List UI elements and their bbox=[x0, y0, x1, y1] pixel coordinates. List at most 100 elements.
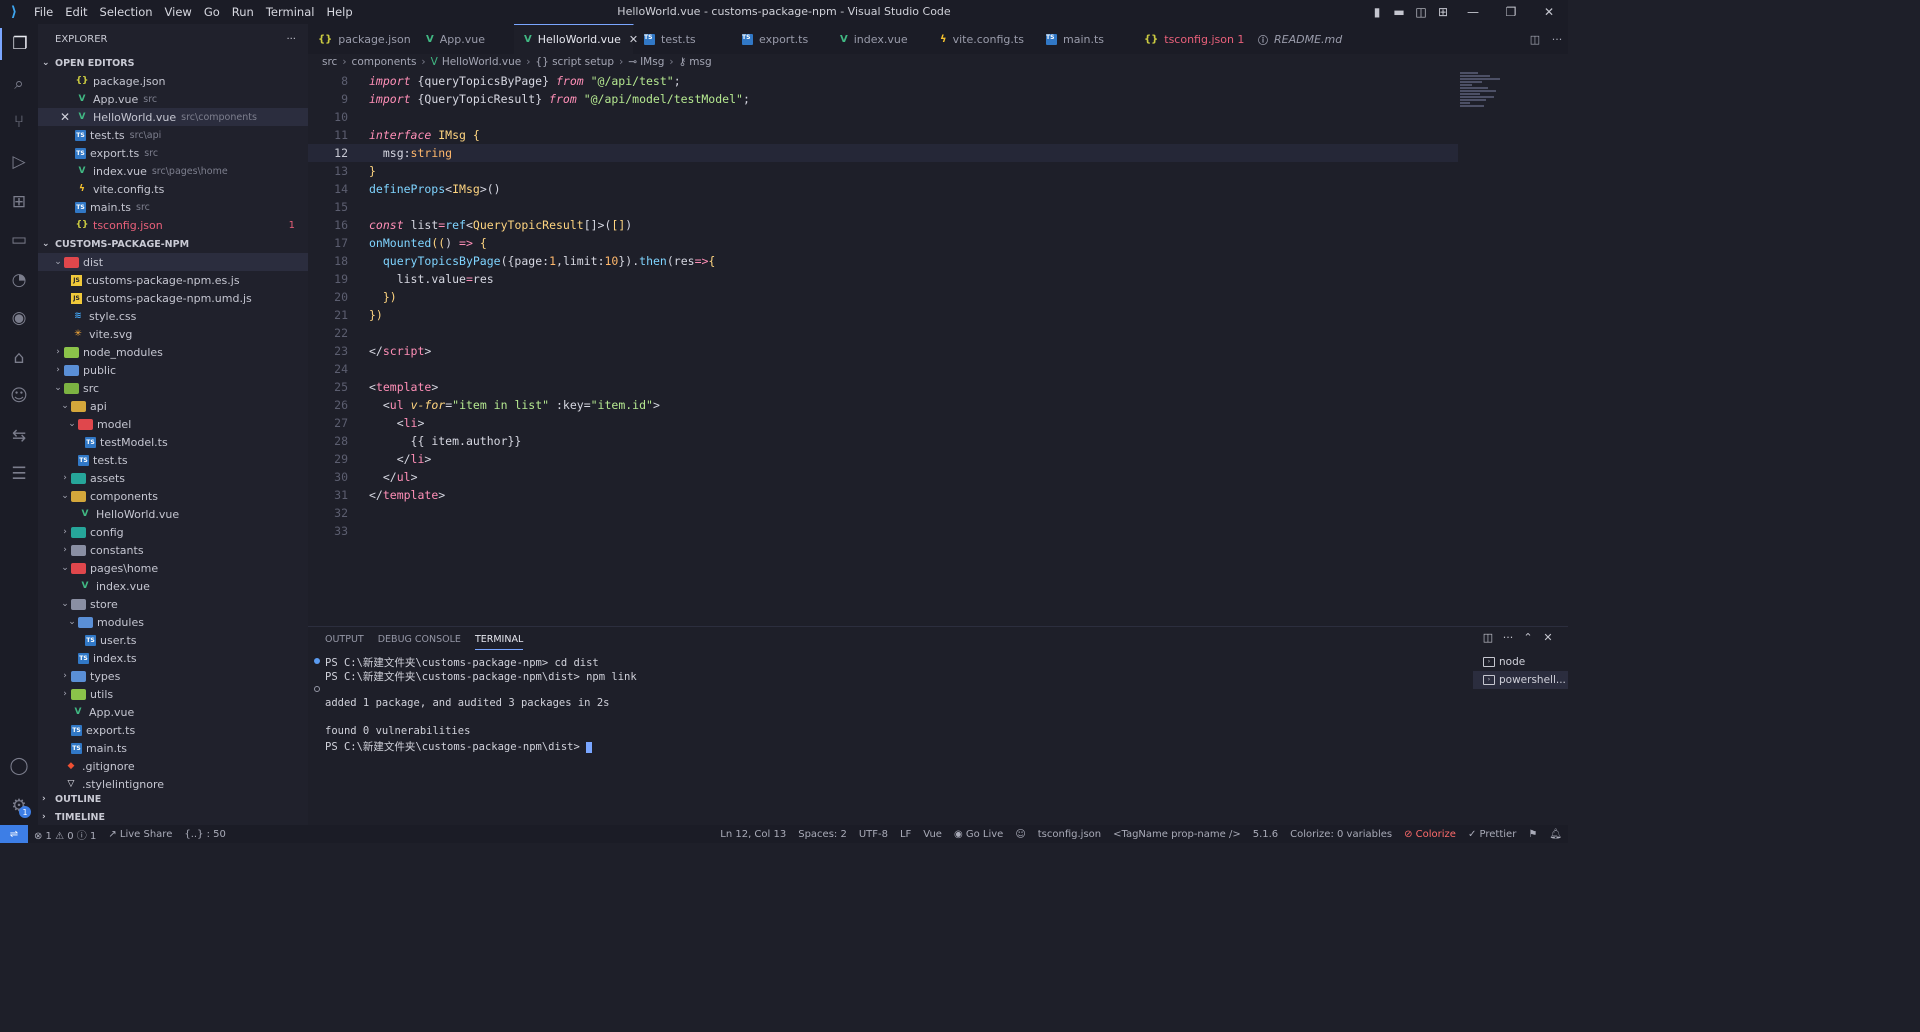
timeline-header[interactable]: › TIMELINE bbox=[38, 808, 308, 825]
folder-item[interactable]: ⌄ pages\home bbox=[38, 559, 308, 577]
folder-item[interactable]: › types bbox=[38, 667, 308, 685]
file-item[interactable]: TS test.ts bbox=[38, 451, 308, 469]
settings-gear-icon[interactable]: ⚙ 1 bbox=[0, 790, 38, 822]
tsconfig-status[interactable]: tsconfig.json bbox=[1038, 829, 1101, 840]
ts-version[interactable]: 5.1.6 bbox=[1253, 829, 1278, 840]
notifications-bell-icon[interactable]: 🔔︎ bbox=[1549, 829, 1562, 840]
minimize-button[interactable]: — bbox=[1454, 5, 1492, 19]
folder-item[interactable]: › public bbox=[38, 361, 308, 379]
breadcrumb-src[interactable]: src bbox=[322, 56, 337, 68]
menu-terminal[interactable]: Terminal bbox=[260, 0, 321, 24]
tab-output[interactable]: OUTPUT bbox=[325, 630, 364, 649]
folder-item[interactable]: ⌄ api bbox=[38, 397, 308, 415]
indentation[interactable]: Spaces: 2 bbox=[798, 829, 847, 840]
tab-debug-console[interactable]: DEBUG CONSOLE bbox=[378, 630, 461, 649]
terminal-instance[interactable]: › node bbox=[1473, 653, 1568, 671]
file-item[interactable]: TS main.ts bbox=[38, 739, 308, 757]
toggle-sidebar-icon[interactable]: ▮ bbox=[1366, 5, 1388, 19]
language-mode[interactable]: Vue bbox=[923, 829, 942, 840]
minimap[interactable] bbox=[1460, 72, 1510, 127]
file-item[interactable]: V HelloWorld.vue bbox=[38, 505, 308, 523]
terminal-instance[interactable]: › powershell... bbox=[1473, 671, 1568, 689]
tab-vite-config-ts[interactable]: ϟ vite.config.ts bbox=[930, 24, 1036, 54]
copilot-status-icon[interactable]: ☺ bbox=[1015, 829, 1025, 840]
selection-status[interactable]: {..} : 50 bbox=[184, 829, 226, 840]
end-of-line[interactable]: LF bbox=[900, 829, 911, 840]
menu-edit[interactable]: Edit bbox=[59, 0, 93, 24]
menu-view[interactable]: View bbox=[159, 0, 198, 24]
colorize-vars[interactable]: Colorize: 0 variables bbox=[1290, 829, 1392, 840]
tab-package-json[interactable]: {} package.json bbox=[308, 24, 416, 54]
feedback-icon[interactable]: ⚑ bbox=[1528, 829, 1537, 840]
go-live-status[interactable]: ◉ Go Live bbox=[954, 829, 1003, 840]
more-actions-icon[interactable]: ··· bbox=[1498, 631, 1518, 644]
file-item[interactable]: V App.vue bbox=[38, 703, 308, 721]
project-header[interactable]: ⌄ CUSTOMS-PACKAGE-NPM bbox=[38, 235, 308, 253]
outline-header[interactable]: › OUTLINE bbox=[38, 790, 308, 808]
menu-selection[interactable]: Selection bbox=[94, 0, 159, 24]
open-editor-item[interactable]: {} tsconfig.json 1 bbox=[38, 216, 308, 234]
remote-indicator-icon[interactable]: ⇌ bbox=[0, 825, 28, 843]
menu-help[interactable]: Help bbox=[320, 0, 358, 24]
more-actions-icon[interactable]: ··· bbox=[1546, 33, 1568, 46]
menu-file[interactable]: File bbox=[28, 0, 59, 24]
remote-explorer-icon[interactable]: ⇆ bbox=[0, 420, 38, 452]
toggle-secondary-sidebar-icon[interactable]: ◫ bbox=[1410, 5, 1432, 19]
folder-item[interactable]: ⌄ dist bbox=[38, 253, 308, 271]
source-control-icon[interactable]: ⑂ bbox=[0, 106, 38, 138]
project-manager-icon[interactable]: ▭ bbox=[0, 224, 38, 256]
breadcrumb-imsg[interactable]: IMsg bbox=[640, 56, 664, 68]
tab-export-ts[interactable]: TS export.ts bbox=[732, 24, 830, 54]
open-editors-header[interactable]: ⌄ OPEN EDITORS bbox=[38, 54, 308, 72]
toggle-panel-icon[interactable]: ▬ bbox=[1388, 5, 1410, 19]
folder-item[interactable]: ⌄ src bbox=[38, 379, 308, 397]
folder-item[interactable]: › assets bbox=[38, 469, 308, 487]
menu-go[interactable]: Go bbox=[198, 0, 226, 24]
folder-item[interactable]: › node_modules bbox=[38, 343, 308, 361]
folder-item[interactable]: ⌄ store bbox=[38, 595, 308, 613]
close-icon[interactable]: ✕ bbox=[60, 110, 70, 124]
file-item[interactable]: TS export.ts bbox=[38, 721, 308, 739]
prettier-status[interactable]: ✓ Prettier bbox=[1468, 829, 1516, 840]
folder-item[interactable]: › config bbox=[38, 523, 308, 541]
terminal-output[interactable]: PS C:\新建文件夹\customs-package-npm> cd dist… bbox=[308, 655, 1453, 753]
open-editor-item[interactable]: Vindex.vue src\pages\home bbox=[38, 162, 308, 180]
bookmarks-icon[interactable]: ⌂ bbox=[0, 342, 38, 374]
open-editor-item[interactable]: TS export.ts src bbox=[38, 144, 308, 162]
breadcrumb-file[interactable]: HelloWorld.vue bbox=[442, 56, 521, 68]
encoding[interactable]: UTF-8 bbox=[859, 829, 888, 840]
maximize-panel-icon[interactable]: ⌃ bbox=[1518, 631, 1538, 644]
breadcrumb-components[interactable]: components bbox=[352, 56, 417, 68]
file-item[interactable]: TS user.ts bbox=[38, 631, 308, 649]
copilot-icon[interactable]: ☺ bbox=[0, 380, 38, 412]
run-debug-icon[interactable]: ▷ bbox=[0, 146, 38, 178]
explorer-icon[interactable]: ❐ bbox=[0, 28, 38, 60]
tagname-status[interactable]: <TagName prop-name /> bbox=[1113, 829, 1241, 840]
tab-main-ts[interactable]: TS main.ts bbox=[1036, 24, 1134, 54]
tab-app-vue[interactable]: V App.vue bbox=[416, 24, 514, 54]
extensions-icon[interactable]: ⊞ bbox=[0, 186, 38, 218]
file-item[interactable]: ≋ style.css bbox=[38, 307, 308, 325]
edge-tools-icon[interactable]: ◉ bbox=[0, 302, 38, 334]
account-icon[interactable]: ◯ bbox=[0, 750, 38, 782]
folder-item[interactable]: ⌄ components bbox=[38, 487, 308, 505]
menu-run[interactable]: Run bbox=[226, 0, 260, 24]
tab-terminal[interactable]: TERMINAL bbox=[474, 630, 524, 650]
file-item[interactable]: TS index.ts bbox=[38, 649, 308, 667]
split-terminal-icon[interactable]: ◫ bbox=[1478, 631, 1498, 644]
open-editor-item[interactable]: ✕ V HelloWorld.vue src\components bbox=[38, 108, 308, 126]
folder-item[interactable]: › utils bbox=[38, 685, 308, 703]
problems-status[interactable]: ⊗ 1 ⚠ 0 ⓘ 1 bbox=[34, 827, 96, 842]
file-item[interactable]: ✳ vite.svg bbox=[38, 325, 308, 343]
code-editor[interactable]: 8 import {queryTopicsByPage} from "@/api/… bbox=[308, 72, 1568, 626]
restore-button[interactable]: ❐ bbox=[1492, 5, 1530, 19]
open-editor-item[interactable]: ϟ vite.config.ts bbox=[38, 180, 308, 198]
folder-item[interactable]: › constants bbox=[38, 541, 308, 559]
breadcrumb-msg[interactable]: msg bbox=[689, 56, 711, 68]
breadcrumb-script-setup[interactable]: {} script setup bbox=[535, 56, 614, 68]
tab-readme-md[interactable]: ⓘ README.md bbox=[1248, 24, 1358, 54]
file-item[interactable]: ◆ .gitignore bbox=[38, 757, 308, 775]
file-item[interactable]: JS customs-package-npm.umd.js bbox=[38, 289, 308, 307]
file-item[interactable]: Vindex.vue bbox=[38, 577, 308, 595]
open-editor-item[interactable]: V App.vue src bbox=[38, 90, 308, 108]
